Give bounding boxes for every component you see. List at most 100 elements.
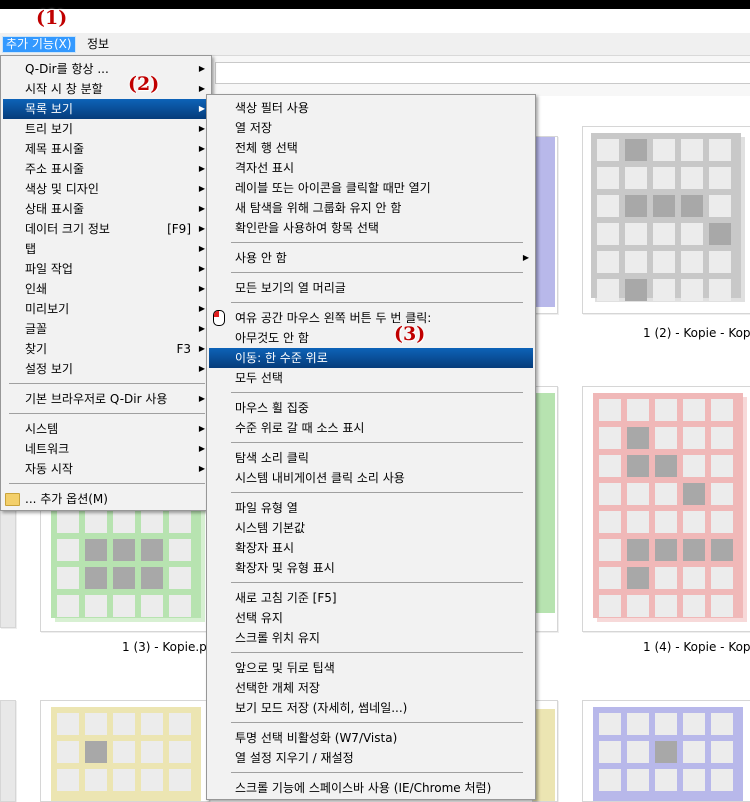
- thumbnail-cell: [599, 595, 621, 617]
- main-menu-item[interactable]: 찾기 F3 ▶: [3, 339, 209, 359]
- main-menu-item[interactable]: 파일 작업 ▶: [3, 259, 209, 279]
- submenu-item-label: 스크롤 기능에 스페이스바 사용 (IE/Chrome 처럼): [235, 781, 492, 795]
- thumbnail-tile[interactable]: [0, 700, 16, 802]
- main-menu-item[interactable]: 주소 표시줄 ▶: [3, 159, 209, 179]
- submenu-item[interactable]: 투명 선택 비활성화 (W7/Vista): [209, 728, 533, 748]
- thumbnail-cell: [627, 741, 649, 763]
- thumbnail-cell: [681, 139, 703, 161]
- submenu-item[interactable]: 아무것도 안 함: [209, 328, 533, 348]
- thumbnail-image: [533, 393, 555, 613]
- submenu-item[interactable]: 보기 모드 저장 (자세히, 썸네일...): [209, 698, 533, 718]
- submenu-arrow-icon: ▶: [198, 444, 205, 453]
- main-menu-item[interactable]: 색상 및 디자인 ▶: [3, 179, 209, 199]
- thumbnail-cell: [709, 167, 731, 189]
- thumbnail-cell: [711, 567, 733, 589]
- main-menu-item[interactable]: 미리보기 ▶: [3, 299, 209, 319]
- submenu-item-label: 모두 선택: [235, 371, 283, 385]
- submenu-item-label: 시스템 기본값: [235, 521, 306, 535]
- submenu-item[interactable]: 사용 안 함 ▶: [209, 248, 533, 268]
- submenu-item[interactable]: 열 설정 지우기 / 재설정: [209, 748, 533, 768]
- menu-extras[interactable]: 추가 기능(X): [2, 36, 76, 53]
- submenu-item[interactable]: 확인란을 사용하여 항목 선택: [209, 218, 533, 238]
- submenu-item[interactable]: 선택 유지: [209, 608, 533, 628]
- submenu-item[interactable]: 모두 선택: [209, 368, 533, 388]
- menu-info[interactable]: 정보: [83, 36, 113, 53]
- thumbnail-image: [533, 137, 555, 307]
- main-menu-item[interactable]: 목록 보기 ▶: [3, 99, 209, 119]
- callout-2: (2): [128, 73, 160, 95]
- main-menu-item[interactable]: 상태 표시줄 ▶: [3, 199, 209, 219]
- main-menu-item[interactable]: 탭 ▶: [3, 239, 209, 259]
- submenu-item[interactable]: 새 탐색을 위해 그룹화 유지 안 함: [209, 198, 533, 218]
- main-menu-item[interactable]: Q-Dir를 항상 ... ▶: [3, 59, 209, 79]
- main-menu-item[interactable]: 시작 시 창 분할 ▶: [3, 79, 209, 99]
- thumbnail-tile[interactable]: [40, 700, 210, 802]
- main-menu-item[interactable]: 데이터 크기 정보 [F9] ▶: [3, 219, 209, 239]
- thumbnail-cell: [113, 539, 135, 561]
- submenu-item[interactable]: 확장자 및 유형 표시: [209, 558, 533, 578]
- submenu-item[interactable]: 스크롤 기능에 스페이스바 사용 (IE/Chrome 처럼): [209, 778, 533, 798]
- submenu-item[interactable]: 열 저장: [209, 118, 533, 138]
- submenu-item[interactable]: 수준 위로 갈 때 소스 표시: [209, 418, 533, 438]
- main-menu-item[interactable]: 설정 보기 ▶: [3, 359, 209, 379]
- thumbnail-cell: [681, 195, 703, 217]
- thumbnail-cell: [597, 223, 619, 245]
- main-menu-item-label: 네트워크: [25, 442, 70, 456]
- thumbnail-cell: [683, 567, 705, 589]
- thumbnail-cell: [625, 139, 647, 161]
- submenu-item[interactable]: 시스템 내비게이션 클릭 소리 사용: [209, 468, 533, 488]
- address-bar[interactable]: [215, 62, 750, 84]
- main-menu-item[interactable]: 트리 보기 ▶: [3, 119, 209, 139]
- thumbnail-cell: [599, 399, 621, 421]
- main-menu-item[interactable]: 기본 브라우저로 Q-Dir 사용 ▶: [3, 389, 209, 409]
- main-menu-item[interactable]: 네트워크 ▶: [3, 439, 209, 459]
- submenu-item[interactable]: 마우스 휠 집중: [209, 398, 533, 418]
- submenu-item[interactable]: 전체 행 선택: [209, 138, 533, 158]
- main-menu-item[interactable]: ... 추가 옵션(M): [3, 489, 209, 509]
- submenu-item[interactable]: 모든 보기의 열 머리글: [209, 278, 533, 298]
- main-menu-item-label: 상태 표시줄: [25, 202, 85, 216]
- submenu-item[interactable]: 이동: 한 수준 위로: [209, 348, 533, 368]
- thumbnail-tile[interactable]: [582, 386, 750, 632]
- main-menu-item[interactable]: 시스템 ▶: [3, 419, 209, 439]
- menu-separator: [231, 722, 523, 723]
- submenu-item-label: 레이블 또는 아이콘을 클릭할 때만 열기: [235, 181, 431, 195]
- thumbnail-cell: [683, 455, 705, 477]
- submenu-arrow-icon: ▶: [198, 184, 205, 193]
- submenu-item[interactable]: 시스템 기본값: [209, 518, 533, 538]
- thumbnail-cell: [113, 769, 135, 791]
- menu-separator: [9, 483, 205, 484]
- main-menu-item[interactable]: 자동 시작 ▶: [3, 459, 209, 479]
- thumbnail-cell: [683, 399, 705, 421]
- thumbnail-cell: [85, 741, 107, 763]
- submenu-item[interactable]: 레이블 또는 아이콘을 클릭할 때만 열기: [209, 178, 533, 198]
- submenu-item[interactable]: 탐색 소리 클릭: [209, 448, 533, 468]
- submenu-item[interactable]: 스크롤 위치 유지: [209, 628, 533, 648]
- submenu-item[interactable]: 여유 공간 마우스 왼쪽 버튼 두 번 클릭:: [209, 308, 533, 328]
- thumbnail-cell: [655, 567, 677, 589]
- main-menu-item[interactable]: 글꼴 ▶: [3, 319, 209, 339]
- submenu-arrow-icon: ▶: [198, 64, 205, 73]
- thumbnail-cell: [653, 223, 675, 245]
- submenu-item-label: 확인란을 사용하여 항목 선택: [235, 221, 379, 235]
- submenu-item[interactable]: 앞으로 및 뒤로 팁색: [209, 658, 533, 678]
- thumbnail-image: [51, 707, 201, 801]
- thumbnail-cell: [599, 713, 621, 735]
- thumbnail-tile[interactable]: [582, 700, 750, 802]
- main-menu-item[interactable]: 인쇄 ▶: [3, 279, 209, 299]
- submenu-item[interactable]: 선택한 개체 저장: [209, 678, 533, 698]
- thumbnail-cell: [683, 595, 705, 617]
- main-menu-item-label: Q-Dir를 항상 ...: [25, 62, 109, 76]
- submenu-item[interactable]: 색상 필터 사용: [209, 98, 533, 118]
- thumbnail-cell: [85, 511, 107, 533]
- main-menu-item[interactable]: 제목 표시줄 ▶: [3, 139, 209, 159]
- submenu-item[interactable]: 확장자 표시: [209, 538, 533, 558]
- submenu-item[interactable]: 격자선 표시: [209, 158, 533, 178]
- submenu-item[interactable]: 파일 유형 열: [209, 498, 533, 518]
- submenu-arrow-icon: ▶: [198, 104, 205, 113]
- submenu-item[interactable]: 새로 고침 기준 [F5]: [209, 588, 533, 608]
- menu-separator: [231, 242, 523, 243]
- menu-separator: [231, 652, 523, 653]
- thumbnail-cell: [655, 483, 677, 505]
- thumbnail-tile[interactable]: [582, 126, 750, 314]
